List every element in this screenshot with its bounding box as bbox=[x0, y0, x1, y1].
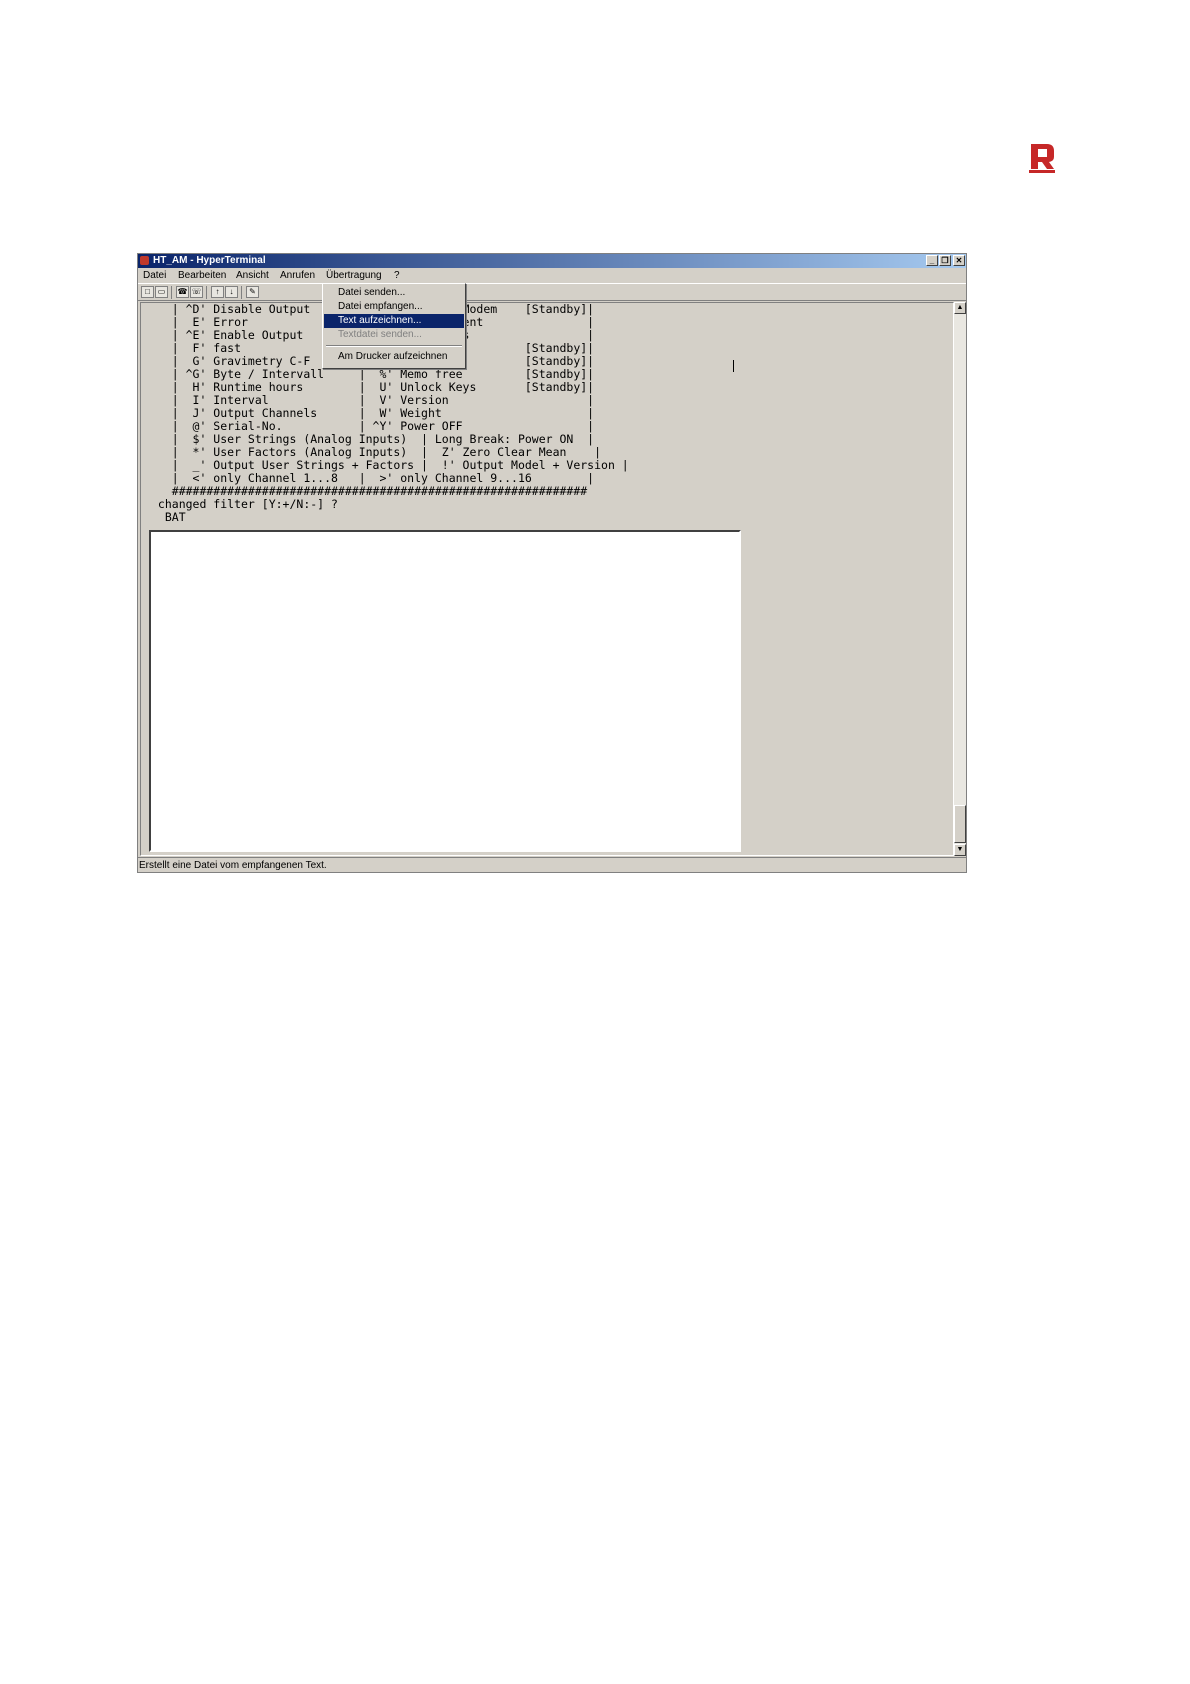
menu-datei[interactable]: Datei bbox=[143, 269, 166, 282]
menuitem-datei-empfangen[interactable]: Datei empfangen... bbox=[324, 300, 464, 314]
scroll-down-icon[interactable]: ▼ bbox=[954, 844, 966, 856]
menuitem-text-aufzeichnen[interactable]: Text aufzeichnen... bbox=[324, 314, 464, 328]
app-icon bbox=[140, 256, 149, 265]
hyperterminal-window: HT_AM - HyperTerminal _ ❐ ✕ Datei Bearbe… bbox=[137, 253, 967, 873]
status-bar: Erstellt eine Datei vom empfangenen Text… bbox=[138, 857, 966, 872]
menu-help[interactable]: ? bbox=[394, 269, 400, 282]
properties-icon[interactable]: ✎ bbox=[246, 286, 259, 298]
vertical-scrollbar[interactable]: ▲ ▼ bbox=[954, 302, 966, 856]
close-button[interactable]: ✕ bbox=[953, 255, 965, 266]
send-icon[interactable]: ↑ bbox=[211, 286, 224, 298]
receive-text-box[interactable] bbox=[149, 530, 741, 852]
minimize-button[interactable]: _ bbox=[926, 255, 938, 266]
menu-uebertragung[interactable]: Übertragung bbox=[326, 269, 382, 282]
menuitem-textdatei-senden[interactable]: Textdatei senden... bbox=[324, 328, 464, 342]
toolbar: □ ▭ ☎ ☏ ↑ ↓ ✎ bbox=[138, 283, 966, 301]
menu-anrufen[interactable]: Anrufen bbox=[280, 269, 315, 282]
menu-bar: Datei Bearbeiten Ansicht Anrufen Übertra… bbox=[138, 268, 966, 283]
receive-icon[interactable]: ↓ bbox=[225, 286, 238, 298]
open-icon[interactable]: ▭ bbox=[155, 286, 168, 298]
toolbar-separator bbox=[241, 286, 242, 299]
toolbar-separator bbox=[206, 286, 207, 299]
restore-button[interactable]: ❐ bbox=[939, 255, 951, 266]
menuitem-datei-senden[interactable]: Datei senden... bbox=[324, 286, 464, 300]
menu-bearbeiten[interactable]: Bearbeiten bbox=[178, 269, 226, 282]
company-logo bbox=[1029, 144, 1055, 173]
uebertragung-dropdown: Datei senden... Datei empfangen... Text … bbox=[322, 283, 466, 369]
toolbar-separator bbox=[171, 286, 172, 299]
menu-separator bbox=[326, 345, 462, 347]
terminal-area[interactable]: | ^D' Disable Output Preferences Modem [… bbox=[140, 302, 954, 856]
menuitem-am-drucker-aufzeichnen[interactable]: Am Drucker aufzeichnen bbox=[324, 350, 464, 364]
menu-ansicht[interactable]: Ansicht bbox=[236, 269, 269, 282]
scroll-up-icon[interactable]: ▲ bbox=[954, 302, 966, 314]
window-title: HT_AM - HyperTerminal bbox=[153, 255, 266, 266]
scroll-thumb[interactable] bbox=[954, 805, 966, 843]
title-bar: HT_AM - HyperTerminal _ ❐ ✕ bbox=[138, 254, 966, 268]
text-cursor bbox=[733, 360, 734, 372]
disconnect-icon[interactable]: ☏ bbox=[190, 286, 203, 298]
connect-icon[interactable]: ☎ bbox=[176, 286, 189, 298]
new-icon[interactable]: □ bbox=[141, 286, 154, 298]
